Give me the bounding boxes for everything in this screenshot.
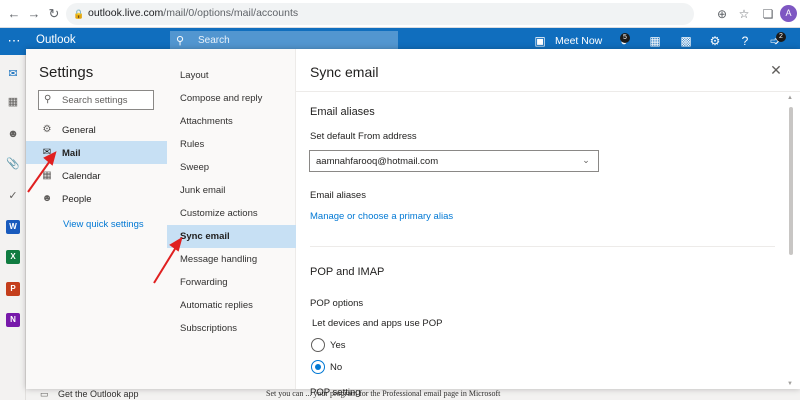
lock-icon[interactable]: 🔒 [73, 7, 85, 21]
teams-icon[interactable]: ▦ [647, 33, 663, 49]
content-scrollbar[interactable] [789, 107, 793, 255]
install-icon[interactable]: ⊕ [714, 6, 730, 22]
email-aliases-heading: Email aliases [310, 106, 375, 118]
help-icon[interactable]: ? [737, 33, 753, 49]
subsection-sync-email[interactable]: Sync email [180, 231, 230, 242]
url-host: outlook.live.com [88, 7, 164, 19]
search-icon: ⚲ [44, 94, 52, 105]
people-icon[interactable]: ☻ [5, 126, 21, 142]
manage-alias-link[interactable]: Manage or choose a primary alias [310, 211, 453, 222]
calendar-share-icon[interactable]: ▩ [678, 33, 694, 49]
subsection-automatic-replies[interactable]: Automatic replies [180, 300, 253, 311]
calendar-icon[interactable]: ▦ [5, 94, 21, 110]
subsection-rules[interactable]: Rules [180, 139, 204, 150]
scroll-down-arrow-icon[interactable]: ▼ [787, 381, 793, 387]
subsection-forwarding[interactable]: Forwarding [180, 277, 228, 288]
settings-search-placeholder: Search settings [62, 95, 128, 106]
scroll-up-arrow-icon[interactable]: ▲ [787, 95, 793, 101]
content-title: Sync email [310, 64, 379, 80]
attachment-icon[interactable]: 📎 [5, 156, 21, 172]
subsection-layout[interactable]: Layout [180, 70, 209, 81]
excel-icon[interactable]: X [6, 250, 20, 264]
back-icon[interactable]: ← [6, 6, 22, 22]
app-launcher-icon[interactable]: ⋯ [6, 33, 22, 49]
subsection-compose-and-reply[interactable]: Compose and reply [180, 93, 262, 104]
pop-setting-label: POP setting [310, 387, 361, 398]
section-divider [310, 246, 775, 247]
pop-no-label[interactable]: No [330, 362, 342, 373]
close-icon[interactable]: ✕ [768, 62, 784, 78]
subsection-customize-actions[interactable]: Customize actions [180, 208, 258, 219]
people-icon: ☻ [41, 193, 53, 204]
forward-icon[interactable]: → [26, 6, 42, 22]
category-calendar-label: Calendar [62, 171, 101, 182]
video-icon[interactable]: ▣ [532, 33, 548, 49]
word-icon[interactable]: W [6, 220, 20, 234]
email-aliases-label: Email aliases [310, 190, 366, 201]
subsection-message-handling[interactable]: Message handling [180, 254, 257, 265]
url-text: outlook.live.com/mail/0/options/mail/acc… [88, 7, 298, 19]
default-from-label: Set default From address [310, 131, 417, 142]
pop-options-label: POP options [310, 298, 364, 309]
subsection-sweep[interactable]: Sweep [180, 162, 209, 173]
mail-icon[interactable]: ✉ [5, 66, 21, 82]
gear-icon: ⚙ [42, 124, 52, 135]
todo-icon[interactable]: ✓ [5, 188, 21, 204]
app-title[interactable]: Outlook [36, 34, 76, 46]
phone-icon: ▭ [40, 389, 49, 399]
reload-icon[interactable]: ↻ [46, 6, 62, 22]
calendar-icon: ▦ [42, 170, 52, 181]
subsection-junk-email[interactable]: Junk email [180, 185, 225, 196]
chevron-down-icon: ⌄ [582, 155, 590, 165]
category-mail-label: Mail [62, 148, 81, 159]
meet-now-button[interactable]: Meet Now [555, 35, 602, 47]
settings-title: Settings [39, 64, 94, 81]
subsection-attachments[interactable]: Attachments [180, 116, 233, 127]
extensions-icon[interactable]: ❏ [760, 6, 776, 22]
let-devices-label: Let devices and apps use POP [312, 318, 443, 329]
category-general-label: General [62, 125, 96, 136]
mail-search-placeholder: Search [198, 35, 230, 46]
onenote-icon[interactable]: N [6, 313, 20, 327]
view-quick-settings-link[interactable]: View quick settings [63, 219, 144, 230]
star-icon[interactable]: ☆ [736, 6, 752, 22]
profile-avatar[interactable]: A [780, 5, 797, 22]
updates-badge: 2 [776, 32, 786, 42]
get-app-link[interactable]: Get the Outlook app [58, 389, 139, 399]
pop-yes-radio[interactable] [311, 338, 325, 352]
skype-badge: 5 [620, 33, 630, 43]
pop-imap-heading: POP and IMAP [310, 266, 385, 278]
search-icon: ⚲ [176, 35, 185, 47]
title-divider [296, 91, 800, 92]
subsection-subscriptions[interactable]: Subscriptions [180, 323, 237, 334]
category-people-label: People [62, 194, 92, 205]
default-from-value: aamnahfarooq@hotmail.com [316, 156, 439, 167]
powerpoint-icon[interactable]: P [6, 282, 20, 296]
background-text: Set you can ... your program for the Pro… [266, 389, 501, 398]
url-path: /mail/0/options/mail/accounts [163, 7, 299, 19]
mail-icon: ✉ [42, 147, 52, 158]
settings-gear-icon[interactable]: ⚙ [707, 33, 723, 49]
pop-no-radio[interactable] [311, 360, 325, 374]
pop-yes-label[interactable]: Yes [330, 340, 346, 351]
